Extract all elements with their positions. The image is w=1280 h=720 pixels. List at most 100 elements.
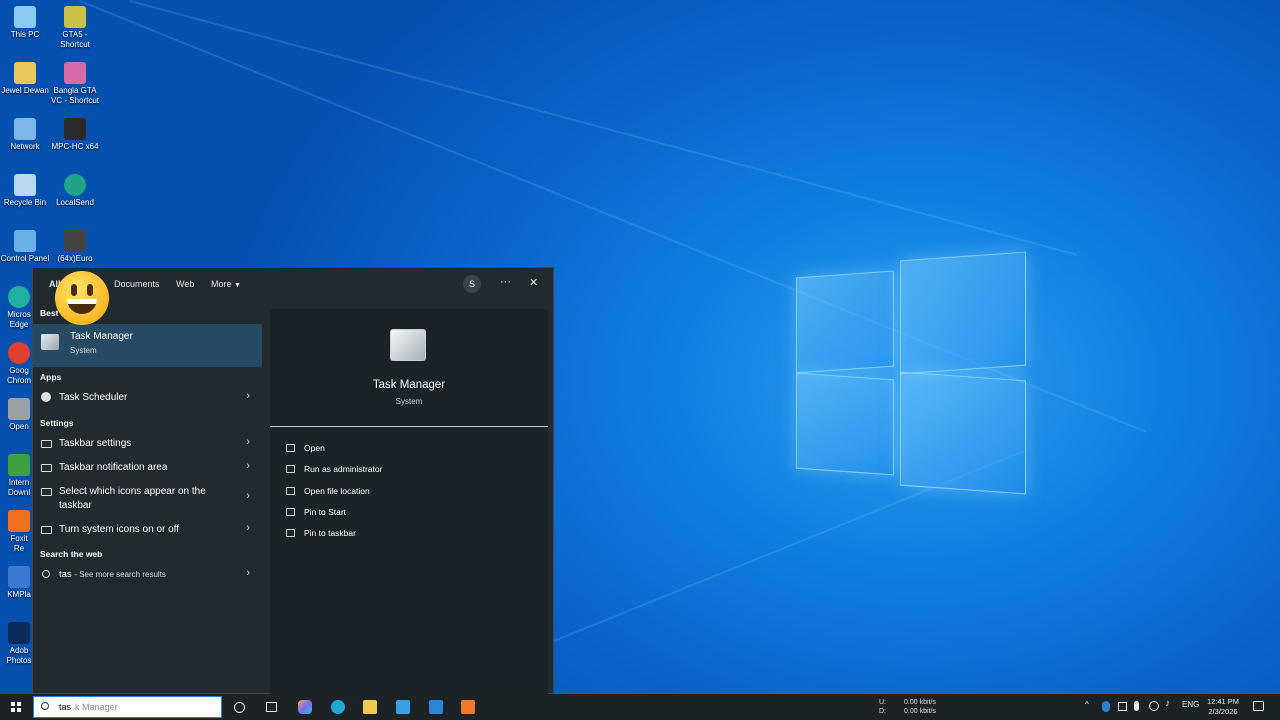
desktop-icon-this-pc[interactable]: This PC — [0, 6, 52, 40]
best-match-title: Task Manager — [70, 331, 133, 342]
desktop-icon-photoshop[interactable]: Adob Photos — [5, 622, 33, 666]
avatar[interactable]: S — [463, 275, 481, 293]
bluetooth-icon[interactable] — [1102, 701, 1110, 712]
search-input[interactable]: tas k Manager — [33, 696, 222, 718]
upload-speed: 0.00 kbit/s — [904, 699, 936, 706]
this-pc-icon — [14, 6, 36, 28]
desktop-icon-label: Intern Downl — [7, 478, 31, 497]
copilot-icon[interactable] — [298, 700, 312, 714]
network-speed-monitor: U: 0.00 kbit/s D: 0.00 kbit/s — [879, 698, 936, 716]
tab-web[interactable]: Web — [176, 279, 194, 289]
divider — [270, 426, 548, 427]
more-options-button[interactable]: ··· — [500, 276, 511, 288]
app-icon[interactable] — [461, 700, 475, 714]
desktop-icon-gta5[interactable]: GTA5 - Shortcut — [48, 6, 102, 50]
desktop-icon-idm[interactable]: Intern Downl — [5, 454, 33, 498]
notification-center-icon[interactable] — [1253, 701, 1264, 711]
folder-icon — [286, 487, 295, 495]
detail-title: Task Manager — [372, 379, 446, 391]
search-menu: All Documents Web More ▼ S ··· ✕ Best ma… — [32, 267, 554, 694]
action-label: Pin to Start — [304, 507, 347, 517]
chevron-right-icon: › — [246, 436, 250, 448]
cortana-icon[interactable] — [234, 702, 245, 713]
best-match-subtitle: System — [70, 346, 97, 355]
list-item-web-search[interactable]: tas - See more search results › — [33, 567, 262, 587]
chevron-up-icon[interactable]: ^ — [1085, 700, 1089, 709]
desktop-icon-chrome[interactable]: Goog Chrom — [5, 342, 33, 386]
download-label: D: — [879, 708, 886, 715]
apps-heading: Apps — [40, 372, 62, 382]
task-manager-icon — [41, 334, 59, 350]
mail-icon[interactable] — [429, 700, 443, 714]
action-open[interactable]: Open — [286, 443, 325, 453]
desktop-icon-label: Recycle Bin — [3, 198, 47, 207]
desktop-icon-label: Adob Photos — [6, 646, 32, 665]
chevron-right-icon: › — [246, 490, 250, 502]
action-pin-to-taskbar[interactable]: Pin to taskbar — [286, 528, 356, 538]
close-button[interactable]: ✕ — [529, 276, 538, 289]
action-pin-to-start[interactable]: Pin to Start — [286, 507, 346, 517]
desktop-icon-mpc-hc[interactable]: MPC-HC x64 — [48, 118, 102, 152]
action-open-file-location[interactable]: Open file location — [286, 486, 370, 496]
best-match-item[interactable]: Task Manager System — [33, 324, 262, 367]
edge-icon — [8, 286, 30, 308]
kmplayer-icon — [8, 566, 30, 588]
euro-truck-icon — [64, 230, 86, 252]
mpc-hc-icon — [64, 118, 86, 140]
list-item-taskbar-settings[interactable]: Taskbar settings › — [33, 436, 262, 456]
search-web-heading: Search the web — [40, 549, 103, 559]
recycle-bin-icon — [14, 174, 36, 196]
web-query-suffix: - See more search results — [74, 570, 166, 579]
desktop-icon-jewel-dewan[interactable]: Jewel Dewan — [0, 62, 52, 96]
volume-icon[interactable]: ♪ — [1165, 698, 1170, 709]
tab-more[interactable]: More ▼ — [211, 279, 241, 289]
desktop-icon-label: Bangla GTA VC - Shortcut — [50, 86, 99, 105]
chrome-icon — [8, 342, 30, 364]
desktop-icon-localsend[interactable]: LocalSend — [48, 174, 102, 208]
desktop-icon-label: This PC — [10, 30, 40, 39]
desktop-icon-foxit[interactable]: Foxit Re — [5, 510, 33, 554]
microphone-icon[interactable] — [1134, 701, 1139, 711]
desktop-icon-euro[interactable]: (64x)Euro — [48, 230, 102, 264]
device-icon[interactable] — [1118, 702, 1127, 711]
web-query-text: tas — [59, 569, 72, 580]
edge-icon[interactable] — [331, 700, 345, 714]
file-explorer-icon[interactable] — [363, 700, 377, 714]
action-label: Run as administrator — [304, 464, 383, 474]
select-icons-icon — [41, 488, 52, 496]
tab-documents[interactable]: Documents — [114, 279, 160, 289]
list-item-label: Taskbar settings — [59, 438, 132, 449]
desktop-icon-control-panel[interactable]: Control Panel — [0, 230, 52, 264]
upload-label: U: — [879, 699, 886, 706]
desktop-icon-label: GTA5 - Shortcut — [60, 30, 90, 49]
clock-date: 2/3/2026 — [1208, 707, 1238, 716]
tab-more-label: More — [211, 279, 232, 289]
list-item-system-icons[interactable]: Turn system icons on or off › — [33, 522, 262, 542]
gta-vc-icon — [64, 62, 86, 84]
list-item-label: Task Scheduler — [59, 392, 128, 403]
chevron-right-icon: › — [246, 567, 250, 579]
desktop-icon-bangla-gta[interactable]: Bangla GTA VC - Shortcut — [48, 62, 102, 106]
desktop-icon-recycle-bin[interactable]: Recycle Bin — [0, 174, 52, 208]
web-query: tas - See more search results — [59, 569, 166, 580]
language-indicator[interactable]: ENG — [1182, 700, 1199, 709]
action-run-as-admin[interactable]: Run as administrator — [286, 464, 382, 474]
store-icon[interactable] — [396, 700, 410, 714]
emoji-eye — [87, 284, 93, 296]
start-button[interactable] — [0, 694, 32, 720]
desktop-icon-kmplayer[interactable]: KMPla — [5, 566, 33, 600]
list-item-taskbar-notification-area[interactable]: Taskbar notification area › — [33, 460, 262, 480]
localsend-icon — [64, 174, 86, 196]
task-view-icon[interactable] — [266, 702, 277, 712]
taskbar: tas k Manager U: 0.00 kbit/s D: 0.00 kbit/… — [0, 694, 1280, 720]
desktop-icon-edge[interactable]: Micros Edge — [5, 286, 33, 330]
desktop-icon-network[interactable]: Network — [0, 118, 52, 152]
clock[interactable]: 12:41 PM 2/3/2026 — [1200, 697, 1246, 717]
desktop-icon-open[interactable]: Open — [5, 398, 33, 432]
list-item-task-scheduler[interactable]: Task Scheduler › — [33, 390, 262, 410]
list-item-select-icons[interactable]: Select which icons appear on the taskbar… — [33, 484, 262, 514]
pin-icon — [286, 529, 295, 537]
network-icon[interactable] — [1149, 701, 1159, 711]
desktop-icon-label: Foxit Re — [10, 534, 28, 553]
search-typed-text: tas — [59, 702, 72, 712]
